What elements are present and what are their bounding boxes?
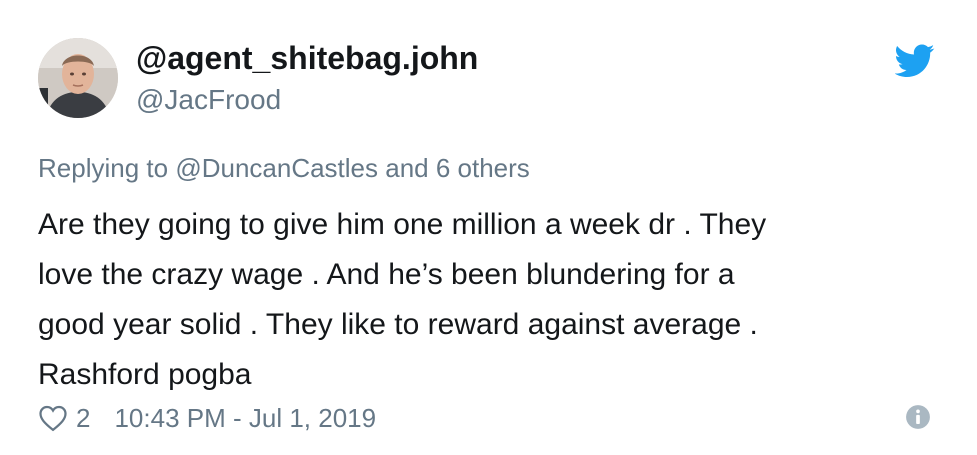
tweet-card: @agent_shitebag.john @JacFrood Replying … <box>0 0 977 455</box>
user-handle[interactable]: @JacFrood <box>136 84 281 116</box>
like-count[interactable]: 2 <box>76 403 90 434</box>
info-icon[interactable] <box>905 404 931 430</box>
avatar[interactable] <box>38 38 118 118</box>
replying-to-prefix: Replying to <box>38 153 176 183</box>
tweet-text-line: Rashford pogba <box>38 358 252 391</box>
heart-icon[interactable] <box>38 404 68 432</box>
tweet-text-line: good year solid . They like to reward ag… <box>38 308 758 341</box>
tweet-footer: 2 10:43 PM - Jul 1, 2019 <box>38 398 376 438</box>
display-name[interactable]: @agent_shitebag.john <box>136 40 478 76</box>
tweet-text-line: love the crazy wage . And he’s been blun… <box>38 258 735 291</box>
tweet-text-line: Are they going to give him one million a… <box>38 208 767 241</box>
twitter-bird-icon[interactable] <box>895 44 935 78</box>
tweet-text: Are they going to give him one million a… <box>38 200 918 400</box>
replying-to: Replying to @DuncanCastles and 6 others <box>38 152 530 184</box>
replying-to-suffix[interactable]: and 6 others <box>378 153 530 183</box>
avatar-photo <box>38 38 118 118</box>
mention-link[interactable]: @DuncanCastles <box>175 153 378 183</box>
timestamp[interactable]: 10:43 PM - Jul 1, 2019 <box>114 403 376 434</box>
